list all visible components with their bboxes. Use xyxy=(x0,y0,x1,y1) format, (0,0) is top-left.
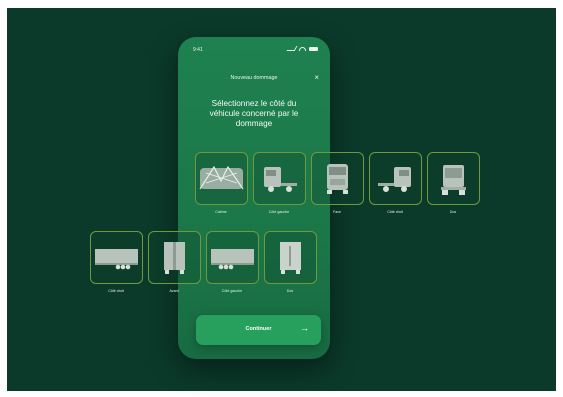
status-icons xyxy=(286,46,318,51)
truck-right-side-icon xyxy=(378,167,411,192)
option-label: Face xyxy=(333,210,341,214)
modal-header: Nouveau dommage × xyxy=(178,73,330,85)
trailer-front-icon xyxy=(164,242,185,274)
battery-icon xyxy=(309,46,318,51)
option-label: Côté gauche xyxy=(221,289,243,293)
option-label: Côté gauche xyxy=(268,210,290,214)
option-face[interactable] xyxy=(311,152,364,205)
option-label: Cabine xyxy=(215,210,227,214)
truck-rear-icon xyxy=(441,165,466,195)
option-trailer-avant[interactable] xyxy=(148,231,201,284)
truck-top-view-icon xyxy=(199,165,244,190)
option-cote-gauche[interactable] xyxy=(253,152,306,205)
signal-icon xyxy=(286,46,298,51)
status-bar: 9:41 xyxy=(178,37,330,59)
truck-front-icon xyxy=(327,164,348,194)
status-time: 9:41 xyxy=(193,47,203,53)
arrow-right-icon: → xyxy=(300,323,309,333)
option-label: Dos xyxy=(286,289,294,293)
option-cote-droit[interactable] xyxy=(369,152,422,205)
modal-title: Nouveau dommage xyxy=(230,75,278,81)
continue-button[interactable]: Continuer → xyxy=(196,315,321,345)
option-label: Dos xyxy=(449,210,457,214)
option-label: Côté droit xyxy=(108,289,124,293)
option-label: Côté droit xyxy=(387,210,403,214)
wifi-icon xyxy=(299,46,306,51)
option-trailer-cote-droit[interactable] xyxy=(90,231,143,284)
option-label: Avant xyxy=(169,289,179,293)
option-trailer-cote-gauche[interactable] xyxy=(206,231,259,284)
option-cabine[interactable] xyxy=(195,152,248,205)
page-title: Sélectionnez le côté du véhicule concern… xyxy=(209,99,299,128)
option-dos[interactable] xyxy=(427,152,480,205)
option-trailer-dos[interactable] xyxy=(264,231,317,284)
truck-left-side-icon xyxy=(264,167,297,192)
trailer-rear-icon xyxy=(280,242,301,274)
trailer-right-side-icon xyxy=(95,249,138,270)
close-icon[interactable]: × xyxy=(314,73,319,83)
trailer-left-side-icon xyxy=(211,249,254,270)
